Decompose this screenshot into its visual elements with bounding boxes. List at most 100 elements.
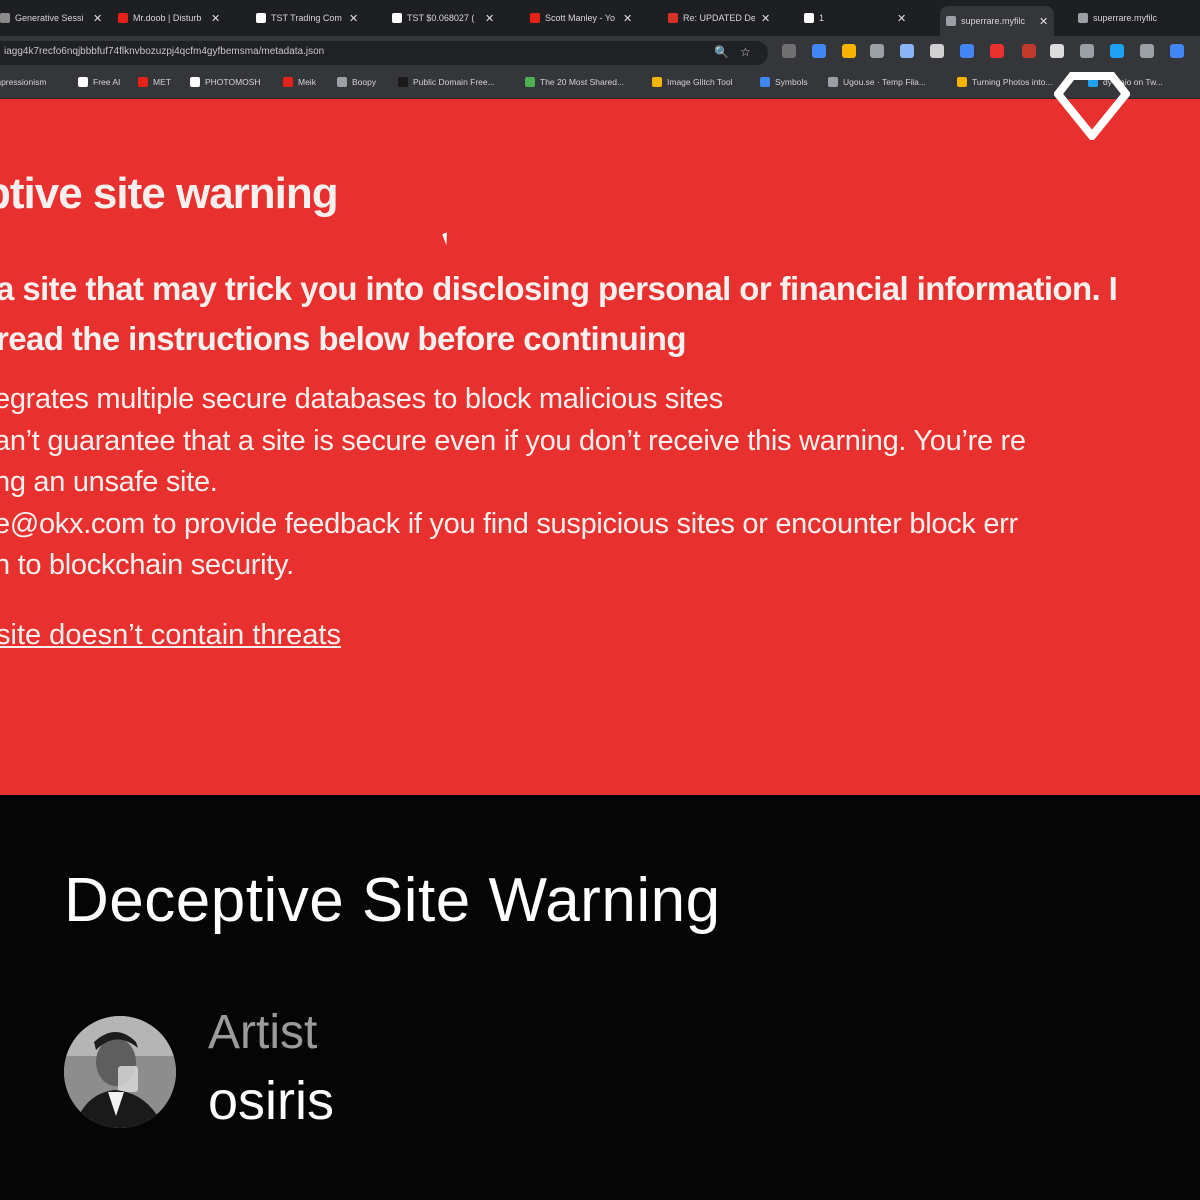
bookmark-favicon-icon: [957, 77, 967, 87]
close-tab-icon[interactable]: ✕: [211, 12, 220, 25]
browser-extension-icon[interactable]: [812, 44, 826, 58]
bookmark-label: Public Domain Free...: [413, 77, 495, 87]
bookmark-star-icon[interactable]: ☆: [740, 45, 751, 59]
browser-extension-icon[interactable]: [1140, 44, 1154, 58]
bookmark-item[interactable]: Turning Photos into...: [957, 77, 1052, 87]
bookmark-favicon-icon: [398, 77, 408, 87]
browser-extension-icon[interactable]: [870, 44, 884, 58]
bookmark-favicon-icon: [78, 77, 88, 87]
bookmark-favicon-icon: [828, 77, 838, 87]
bookmark-item[interactable]: PHOTOMOSH: [190, 77, 261, 87]
tab-title: Scott Manley - Yo: [545, 13, 616, 23]
bookmark-item[interactable]: Symbols: [760, 77, 808, 87]
tab-title: TST $0.068027 (: [407, 13, 475, 23]
bookmark-item[interactable]: Ugou.se · Temp Fila...: [828, 77, 926, 87]
bookmark-favicon-icon: [760, 77, 770, 87]
browser-tab[interactable]: Re: UPDATED Del ✕: [668, 6, 770, 30]
browser-extension-icon[interactable]: [1110, 44, 1124, 58]
browser-tab[interactable]: superrare.myfilc: [1078, 6, 1165, 30]
globe-icon: [946, 16, 956, 26]
close-tab-icon[interactable]: ✕: [623, 12, 632, 25]
address-bar[interactable]: iagg4k7recfo6nqjbbbfuf74flknvbozuzpj4qcf…: [0, 41, 768, 65]
close-tab-icon[interactable]: ✕: [897, 12, 906, 25]
bookmark-label: Boopy: [352, 77, 377, 87]
bookmark-label: Meik: [298, 77, 316, 87]
bookmark-label: Symbols: [775, 77, 808, 87]
bookmark-favicon-icon: [337, 77, 347, 87]
tab-title: 1: [819, 13, 825, 23]
bookmark-item[interactable]: Boopy: [337, 77, 376, 87]
x-logo-icon: [256, 13, 266, 23]
bookmark-favicon-icon: [190, 77, 200, 87]
bookmark-item[interactable]: mpressionism: [0, 77, 46, 87]
bookmark-item[interactable]: Free AI: [78, 77, 120, 87]
bookmark-item[interactable]: Image Glitch Tool: [652, 77, 733, 87]
tab-title: TST Trading Com: [271, 13, 342, 23]
tab-title: superrare.myfilc: [961, 16, 1026, 26]
youtube-icon: [118, 13, 128, 23]
artist-name[interactable]: osiris: [208, 1070, 334, 1132]
generic-tab-icon: [0, 13, 10, 23]
browser-tab[interactable]: Scott Manley - Yo ✕: [530, 6, 632, 30]
browser-extension-icon[interactable]: [960, 44, 974, 58]
tab-title: Generative Sessi: [15, 13, 84, 23]
bookmarks-bar: mpressionism Free AI MET PHOTOMOSH Meik Boopy…: [0, 70, 1200, 99]
artwork-title: Deceptive Site Warning: [64, 866, 721, 935]
warning-body-line: e@okx.com to provide feedback if you fin…: [0, 507, 1018, 540]
close-tab-icon[interactable]: ✕: [349, 12, 358, 25]
address-url: iagg4k7recfo6nqjbbbfuf74flknvbozuzpj4qcf…: [4, 46, 325, 57]
bookmark-label: The 20 Most Shared...: [540, 77, 625, 87]
bookmark-item[interactable]: Public Domain Free...: [398, 77, 495, 87]
bookmark-label: Ugou.se · Temp Fila...: [843, 77, 926, 87]
tab-title: Mr.doob | Disturb: [133, 13, 202, 23]
warning-lead: a site that may trick you into disclosin…: [0, 264, 1118, 364]
whatsapp-icon: [804, 13, 814, 23]
bookmark-item[interactable]: Meik: [283, 77, 316, 87]
bookmark-label: Image Glitch Tool: [667, 77, 733, 87]
artist-role-label: Artist: [208, 1006, 318, 1059]
bookmark-label: PHOTOMOSH: [205, 77, 261, 87]
browser-tab[interactable]: superrare.myfilc ✕: [940, 6, 1055, 36]
warning-lead-line: a site that may trick you into disclosin…: [0, 270, 1118, 307]
close-tab-icon[interactable]: ✕: [93, 12, 102, 25]
bookmark-item[interactable]: The 20 Most Shared...: [525, 77, 624, 87]
browser-tab[interactable]: Mr.doob | Disturb ✕: [118, 6, 220, 30]
browser-extension-icon[interactable]: [900, 44, 914, 58]
artist-avatar[interactable]: [64, 1016, 176, 1128]
browser-extension-icon[interactable]: [990, 44, 1004, 58]
warning-body-line: egrates multiple secure databases to blo…: [0, 383, 723, 415]
browser-tab-strip: Generative Sessi ✕ Mr.doob | Disturb ✕ TST T…: [0, 0, 1200, 36]
close-tab-icon[interactable]: ✕: [485, 12, 494, 25]
browser-tab[interactable]: 1 ✕: [804, 6, 906, 30]
browser-extension-icon[interactable]: [1170, 44, 1184, 58]
bookmark-favicon-icon: [525, 77, 535, 87]
browser-extension-icon[interactable]: [1050, 44, 1064, 58]
superrare-diamond-icon: [1054, 72, 1130, 140]
youtube-icon: [530, 13, 540, 23]
bookmark-label: mpressionism: [0, 77, 47, 87]
browser-extension-icon[interactable]: [1022, 44, 1036, 58]
bookmark-favicon-icon: [283, 77, 293, 87]
tab-title: superrare.myfilc: [1093, 13, 1158, 23]
browser-extension-icon[interactable]: [842, 44, 856, 58]
gmail-icon: [668, 13, 678, 23]
bookmark-label: Turning Photos into...: [972, 77, 1053, 87]
artwork-caption: Deceptive Site Warning Artist osiris: [0, 795, 1200, 1200]
search-icon[interactable]: 🔍: [714, 45, 729, 59]
ignore-warning-link[interactable]: site doesn’t contain threats: [0, 619, 341, 652]
close-tab-icon[interactable]: ✕: [1039, 15, 1048, 28]
globe-icon: [1078, 13, 1088, 23]
browser-extension-icon[interactable]: [1080, 44, 1094, 58]
bookmark-label: MET: [153, 77, 171, 87]
browser-extension-icon[interactable]: [782, 44, 796, 58]
browser-tab[interactable]: TST $0.068027 ( ✕: [392, 6, 494, 30]
browser-extension-icon[interactable]: [930, 44, 944, 58]
bookmark-favicon-icon: [652, 77, 662, 87]
warning-lead-line: read the instructions below before conti…: [0, 320, 686, 357]
close-tab-icon[interactable]: ✕: [761, 12, 770, 25]
tab-title: Re: UPDATED Del: [683, 13, 755, 23]
browser-toolbar: iagg4k7recfo6nqjbbbfuf74flknvbozuzpj4qcf…: [0, 36, 1200, 70]
bookmark-item[interactable]: MET: [138, 77, 171, 87]
browser-tab[interactable]: Generative Sessi ✕: [0, 6, 102, 30]
browser-tab[interactable]: TST Trading Com ✕: [256, 6, 358, 30]
